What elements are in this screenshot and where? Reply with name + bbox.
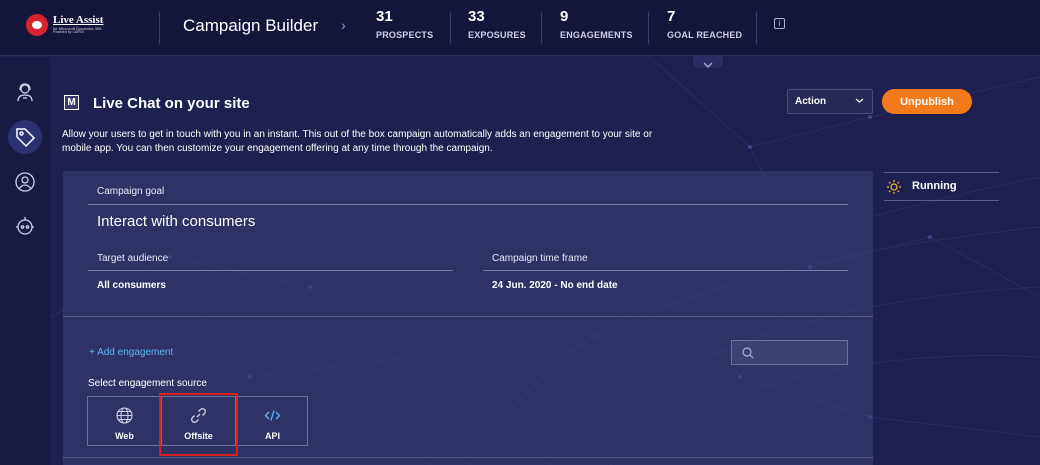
source-api[interactable]: API [236,397,309,445]
divider [648,12,649,44]
stat-label: PROSPECTS [376,30,434,40]
page-title: Campaign Builder [183,16,319,35]
divider [63,316,873,317]
code-icon [264,410,281,421]
info-icon[interactable]: i [774,18,785,29]
chevron-down-icon [703,62,713,68]
audience-label: Target audience [97,253,169,264]
stat-goal-reached: 7 GOAL REACHED [667,8,742,40]
top-bar: Live Assist for Microsoft Dynamics 365 P… [0,0,1040,56]
divider [450,12,451,44]
add-engagement-link[interactable]: + Add engagement [89,347,173,358]
campaign-title: Live Chat on your site [93,95,250,112]
stat-value: 9 [560,8,569,25]
divider [88,270,453,271]
divider [541,12,542,44]
sidebar [0,57,50,465]
timeframe-value: 24 Jun. 2020 - No end date [492,280,618,291]
engagement-source-label: Select engagement source [88,378,207,389]
status-indicator: Running [884,172,999,201]
stat-exposures: 33 EXPOSURES [468,8,526,40]
offsite-highlight-box [159,393,238,456]
source-label: Web [115,431,134,441]
divider [756,12,757,44]
stat-value: 31 [376,8,393,25]
timeframe-label: Campaign time frame [492,253,588,264]
goal-value: Interact with consumers [97,213,256,230]
action-dropdown-label: Action [795,96,827,107]
divider [483,270,848,271]
sun-icon [887,180,901,194]
agent-icon[interactable] [14,81,36,103]
brand-powered: Powered by CAFEX [53,30,85,35]
stat-label: GOAL REACHED [667,30,743,40]
collapse-header-toggle[interactable] [693,56,723,68]
action-dropdown[interactable]: Action [787,89,873,114]
search-input[interactable] [731,340,848,365]
stat-prospects: 31 PROSPECTS [376,8,433,40]
divider [63,457,873,458]
brand-name: Live Assist [53,14,104,27]
stat-value: 7 [667,8,676,25]
stat-label: EXPOSURES [468,30,526,40]
stat-engagements: 9 ENGAGEMENTS [560,8,633,40]
audience-value: All consumers [97,280,166,291]
goal-label: Campaign goal [97,186,165,197]
globe-icon [116,407,133,424]
divider [159,12,160,44]
chevron-right-icon[interactable]: › [341,17,346,33]
user-circle-icon[interactable] [14,171,36,193]
brand-logo[interactable]: Live Assist for Microsoft Dynamics 365 P… [26,14,103,36]
campaign-description: Allow your users to get in touch with yo… [62,129,653,154]
live-assist-logo-icon [26,14,48,36]
campaign-type-badge: M [64,95,79,110]
bot-icon[interactable] [14,215,36,237]
stat-label: ENGAGEMENTS [560,30,633,40]
stat-value: 33 [468,8,485,25]
status-text: Running [912,180,957,192]
chevron-down-icon [855,98,864,103]
unpublish-button[interactable]: Unpublish [882,89,972,114]
search-icon [742,347,754,359]
tag-icon[interactable] [8,120,42,154]
source-web[interactable]: Web [88,397,161,445]
divider [88,204,848,205]
source-label: API [264,431,280,441]
